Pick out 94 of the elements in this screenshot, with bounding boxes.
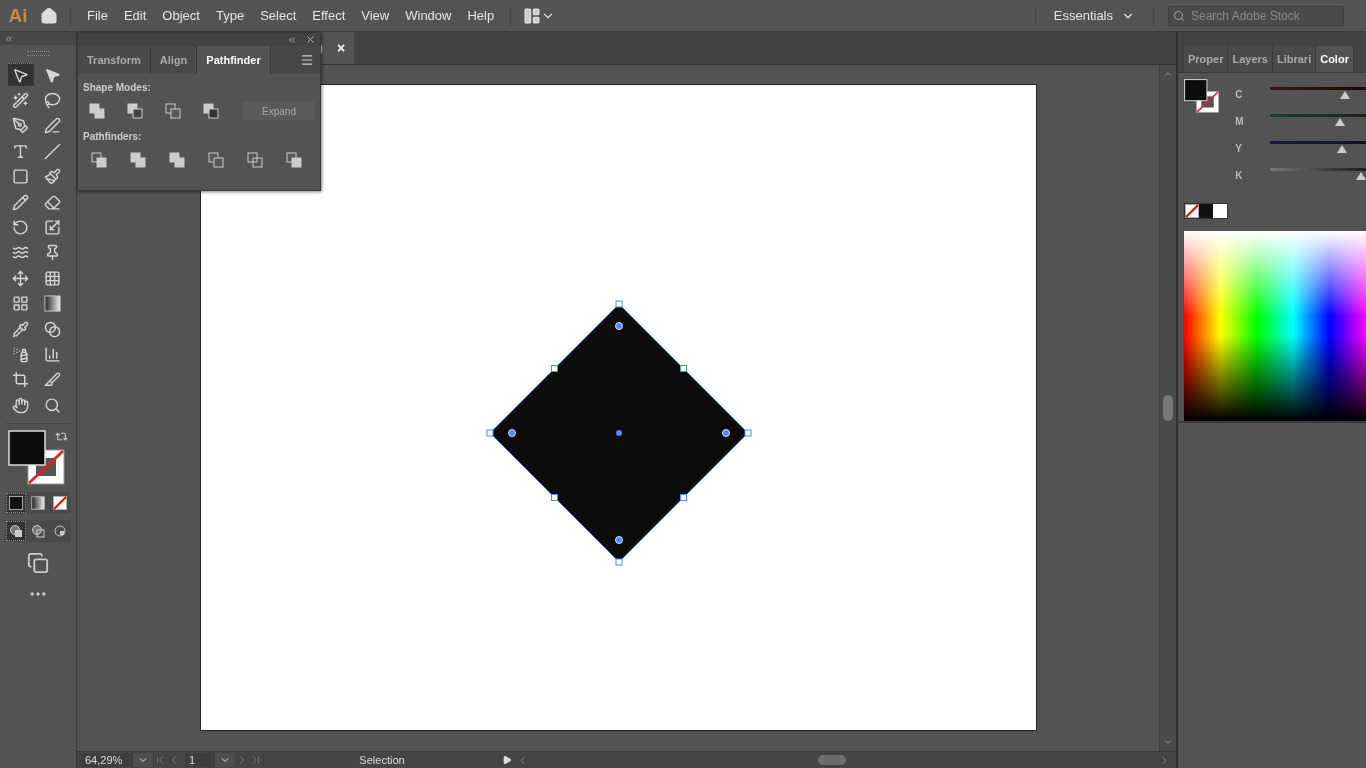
panel-tab[interactable]: Pathfinder bbox=[197, 46, 271, 74]
overlapping-squares-icon bbox=[130, 152, 146, 168]
home-icon[interactable] bbox=[40, 6, 58, 25]
no-fill-icon bbox=[1185, 204, 1199, 218]
play-icon[interactable] bbox=[502, 755, 512, 765]
menu-item[interactable]: Effect bbox=[304, 8, 354, 23]
no-fill-icon bbox=[53, 496, 67, 511]
overlapping-squares-icon bbox=[88, 103, 105, 119]
section-title: Pathfinders: bbox=[83, 131, 143, 142]
status-text[interactable]: Selection bbox=[263, 754, 501, 766]
slider-thumb[interactable] bbox=[1335, 118, 1346, 126]
scale-icon bbox=[44, 219, 61, 237]
eyedropper-icon bbox=[12, 320, 29, 338]
scroll-thumb[interactable] bbox=[818, 755, 846, 765]
blend-icon bbox=[44, 320, 61, 338]
chevron-down-icon[interactable] bbox=[1163, 737, 1173, 747]
section-title: Shape Modes: bbox=[83, 82, 152, 93]
collapse-icon[interactable] bbox=[287, 34, 297, 45]
app-logo: Ai bbox=[7, 4, 29, 27]
draw-mode-button[interactable] bbox=[6, 521, 26, 542]
menu-item[interactable]: File bbox=[79, 8, 116, 23]
gradient-icon bbox=[31, 496, 45, 511]
layout-icon bbox=[523, 6, 542, 25]
fill-stroke-swatches-icon bbox=[8, 430, 68, 487]
menu-item[interactable]: View bbox=[353, 8, 398, 23]
zoom-icon bbox=[44, 396, 61, 414]
overlapping-squares-icon bbox=[247, 152, 263, 168]
artboard-number-field[interactable]: 1 bbox=[185, 753, 215, 767]
pen-line-icon bbox=[44, 117, 61, 135]
bar-chart-icon bbox=[44, 346, 61, 363]
close-icon[interactable] bbox=[305, 34, 316, 45]
solid-fill-icon bbox=[9, 496, 23, 511]
overlapping-squares-icon bbox=[203, 103, 220, 119]
menu-item[interactable]: Edit bbox=[115, 8, 155, 23]
panel-tab[interactable]: Proper bbox=[1184, 46, 1229, 72]
search-field[interactable]: Search Adobe Stock bbox=[1168, 5, 1344, 26]
panel-tab[interactable]: Color bbox=[1316, 46, 1354, 72]
eraser-icon bbox=[44, 193, 61, 211]
overlapping-squares-icon bbox=[126, 103, 143, 119]
overlapping-squares-icon bbox=[169, 152, 185, 168]
rectangle-icon bbox=[12, 168, 29, 186]
zoom-field[interactable]: 64,29% bbox=[81, 753, 133, 767]
line-icon bbox=[44, 142, 61, 160]
slice-icon bbox=[44, 371, 61, 389]
panel-tab[interactable]: Librari bbox=[1272, 46, 1317, 72]
overlapping-squares-icon bbox=[91, 152, 107, 168]
menu-icon[interactable] bbox=[300, 53, 314, 67]
grid-icon bbox=[44, 269, 61, 287]
menu-item[interactable]: Help bbox=[459, 8, 503, 23]
close-tab-button[interactable]: × bbox=[337, 40, 346, 56]
slider-thumb[interactable] bbox=[1340, 91, 1351, 99]
selection-arrow-icon bbox=[12, 66, 29, 84]
move-icon bbox=[12, 269, 29, 287]
fill-mode-button[interactable] bbox=[6, 493, 26, 514]
spray-can-icon bbox=[12, 346, 29, 363]
hand-icon bbox=[12, 396, 29, 414]
vertical-scrollbar[interactable] bbox=[1159, 65, 1176, 751]
pencil-icon bbox=[12, 193, 29, 211]
pen-icon bbox=[12, 117, 29, 135]
panel-grip-icon[interactable] bbox=[27, 51, 49, 56]
paintbrush-icon bbox=[44, 168, 61, 186]
panel-tab[interactable]: Layers bbox=[1228, 46, 1273, 72]
menu-item[interactable]: Object bbox=[154, 8, 208, 23]
filled-arrow-icon bbox=[44, 66, 61, 84]
menu-item[interactable]: Type bbox=[207, 8, 253, 23]
scroll-thumb[interactable] bbox=[1163, 395, 1173, 421]
menu-item[interactable]: Window bbox=[397, 8, 460, 23]
gradient-icon bbox=[44, 295, 61, 313]
slider-label: Y bbox=[1235, 142, 1243, 154]
magic-wand-icon bbox=[12, 92, 29, 110]
color-spectrum[interactable] bbox=[1184, 231, 1366, 421]
draw-behind-icon bbox=[31, 524, 45, 539]
type-icon bbox=[12, 142, 29, 160]
tool-button[interactable] bbox=[6, 63, 35, 88]
pin-icon bbox=[44, 244, 61, 262]
menu-item[interactable]: Select bbox=[252, 8, 305, 23]
quick-swatches[interactable] bbox=[1184, 203, 1228, 219]
draw-normal-icon bbox=[9, 524, 23, 539]
overlapping-squares-icon bbox=[165, 103, 182, 119]
slider-label: M bbox=[1235, 115, 1244, 127]
search-icon bbox=[1173, 9, 1185, 22]
lasso-icon bbox=[44, 92, 61, 110]
screen-mode-icon[interactable] bbox=[27, 552, 49, 575]
slider-thumb[interactable] bbox=[1337, 145, 1348, 153]
draw-inside-icon bbox=[53, 524, 67, 539]
slider-label: C bbox=[1235, 88, 1244, 100]
slider-thumb[interactable] bbox=[1356, 172, 1366, 180]
crop-icon bbox=[12, 371, 29, 389]
workspace-switcher[interactable]: Essentials bbox=[1043, 8, 1145, 23]
fill-stroke-swatches-icon bbox=[1184, 79, 1222, 114]
rotate-icon bbox=[12, 219, 29, 237]
overlapping-squares-icon bbox=[208, 152, 224, 168]
slider-label: K bbox=[1235, 169, 1244, 181]
overlapping-squares-icon bbox=[286, 152, 302, 168]
